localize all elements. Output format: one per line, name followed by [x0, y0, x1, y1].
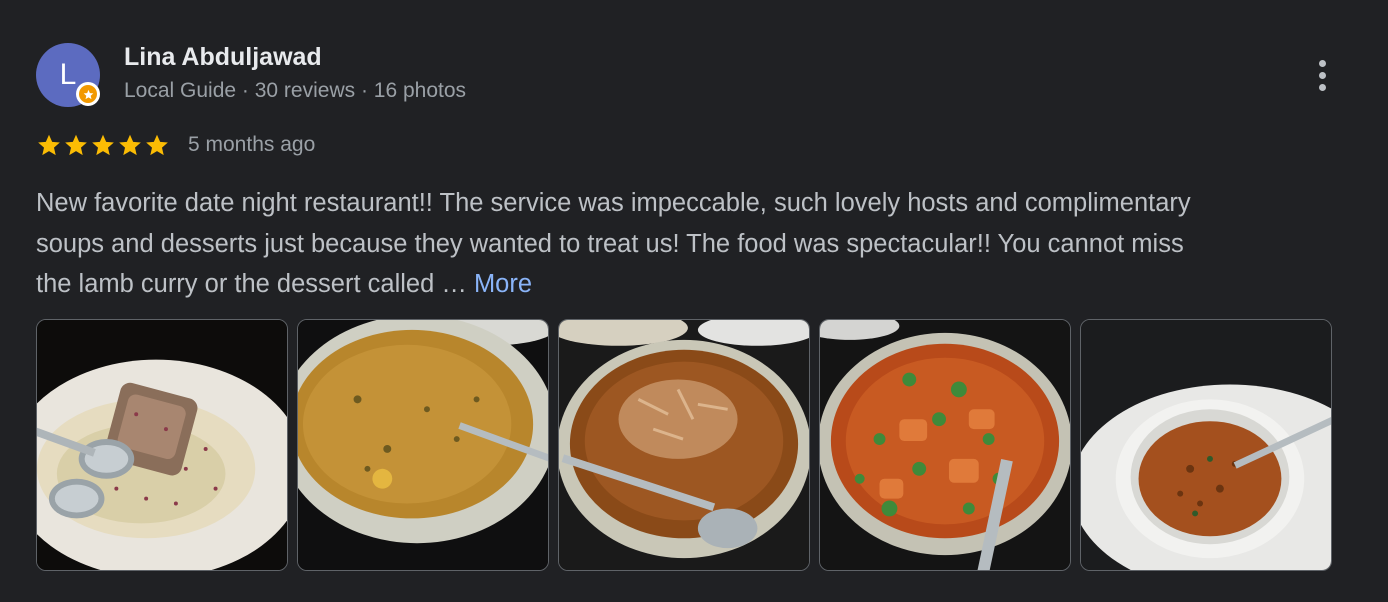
- review-line: soups and desserts just because they wan…: [36, 229, 1184, 258]
- star-icon: [38, 134, 60, 156]
- photo-dessert-plate[interactable]: [36, 319, 288, 571]
- review-line-last: the lamb curry or the dessert called … M…: [36, 270, 533, 298]
- chicken-curry-bowl-photo: [820, 320, 1070, 570]
- star-icon: [92, 134, 114, 156]
- star-icon: [119, 134, 141, 156]
- soup-cup-photo: [1081, 320, 1331, 570]
- photo-lamb-curry[interactable]: [558, 319, 810, 571]
- more-link[interactable]: More: [474, 270, 532, 298]
- review-text: New favorite date night restaurant!! The…: [36, 183, 1336, 305]
- photo-chicken-curry[interactable]: [819, 319, 1071, 571]
- more-options-icon[interactable]: [1306, 55, 1338, 95]
- photo-soup-cup[interactable]: [1080, 319, 1332, 571]
- review-line: New favorite date night restaurant!! The…: [36, 189, 1191, 217]
- lamb-curry-bowl-photo: [559, 320, 809, 570]
- reviewer-meta: Local Guide · 30 reviews · 16 photos: [124, 79, 467, 102]
- photo-yellow-curry[interactable]: [297, 319, 549, 571]
- reviewer-name[interactable]: Lina Abduljawad: [124, 43, 322, 72]
- review-photos: [36, 319, 1332, 571]
- yellow-curry-bowl-photo: [298, 320, 548, 570]
- star-icon: [65, 134, 87, 156]
- review-time: 5 months ago: [188, 133, 316, 156]
- star-icon: [146, 134, 168, 156]
- dessert-plate-photo: [37, 320, 287, 570]
- star-rating: [36, 132, 170, 158]
- local-guide-badge-icon: [76, 82, 100, 106]
- avatar-initial: L: [59, 58, 77, 91]
